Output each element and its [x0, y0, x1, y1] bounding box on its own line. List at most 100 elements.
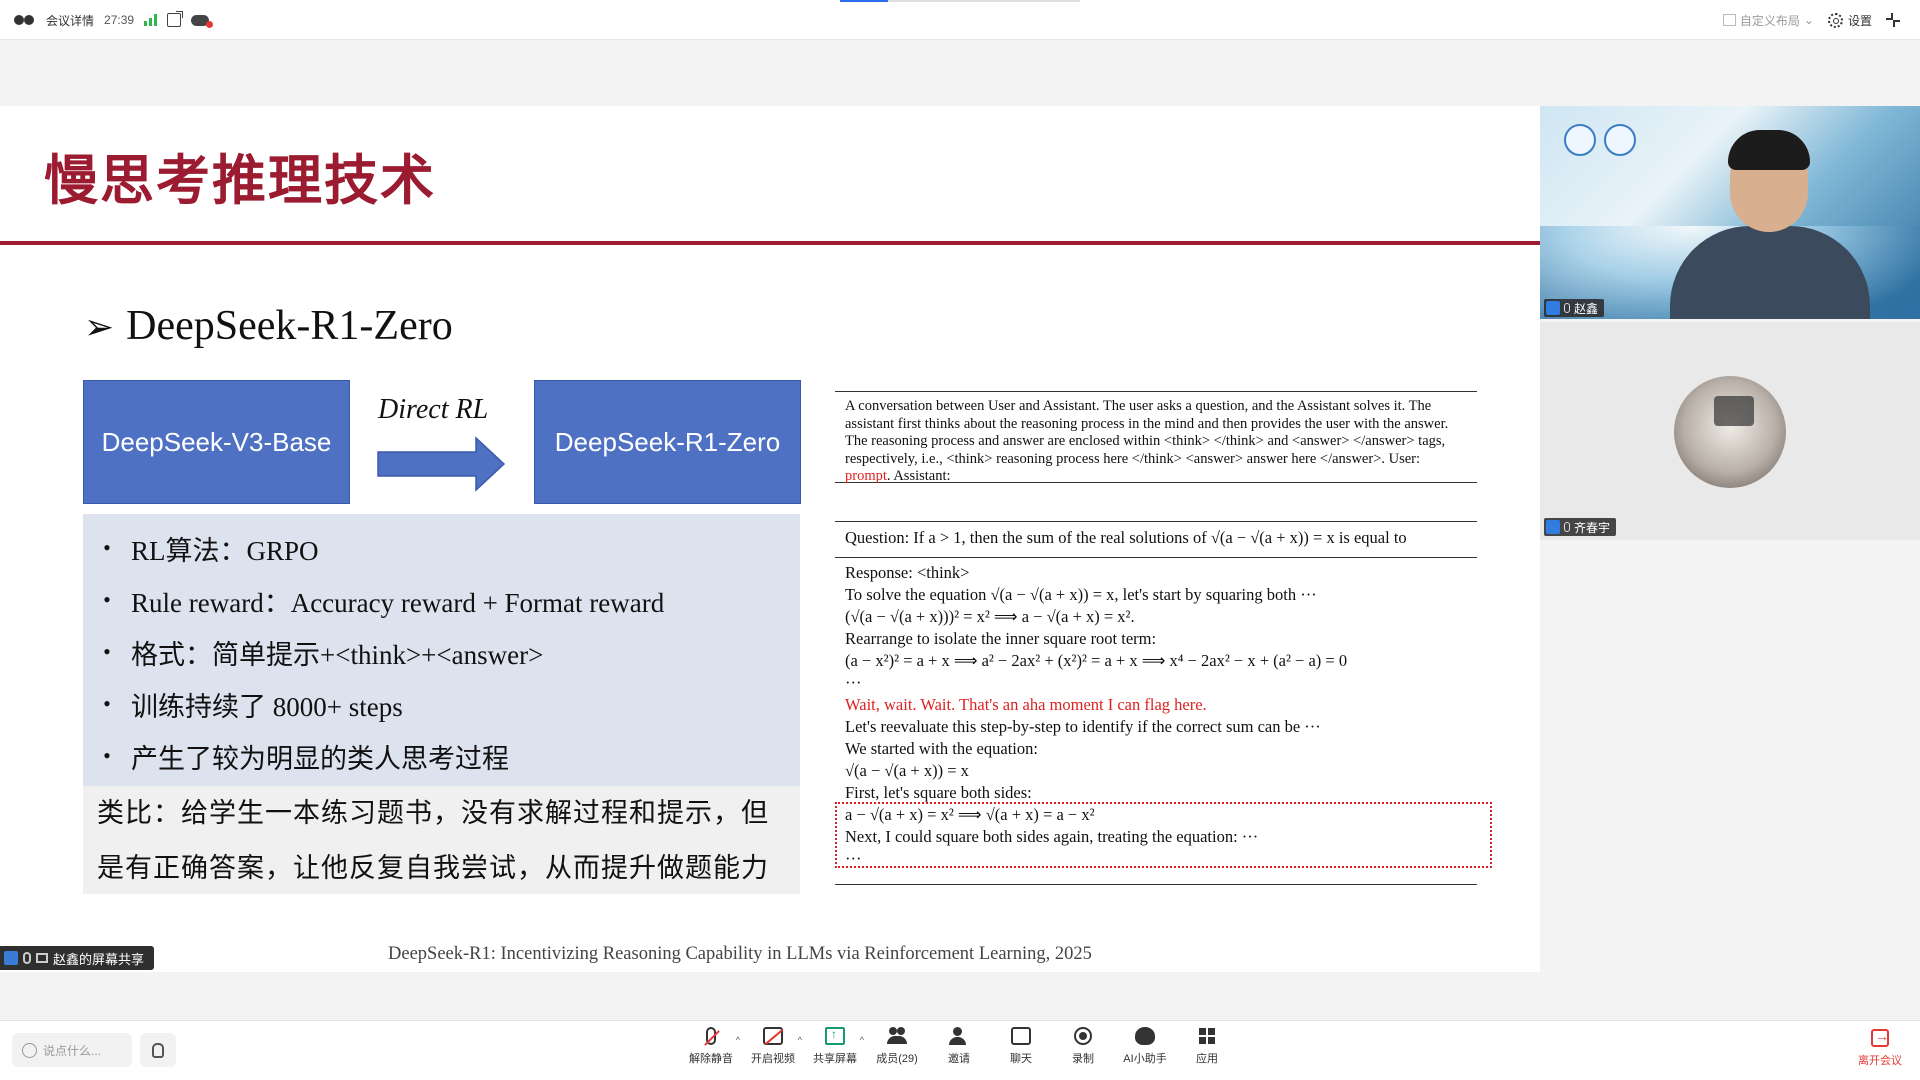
participant-video-tile[interactable]: 齐春宇: [1540, 322, 1920, 540]
response-line: (a − x²)² = a + x ⟹ a² − 2ax² + (x²)² = …: [845, 651, 1348, 670]
chat-placeholder: 说点什么...: [43, 1043, 102, 1058]
mic-muted-icon: [1564, 522, 1570, 532]
layout-button[interactable]: 自定义布局 ⌄: [1722, 12, 1814, 29]
start-video-button[interactable]: 开启视频 ^: [742, 1027, 804, 1075]
mic-muted-icon: [706, 1027, 716, 1045]
gear-icon: [1827, 12, 1843, 28]
chat-button[interactable]: 聊天: [990, 1027, 1052, 1075]
record-button[interactable]: 录制: [1052, 1027, 1114, 1075]
screen-share-label: 赵鑫的屏幕共享: [53, 951, 145, 967]
top-bar-actions: 自定义布局 ⌄ 设置: [1722, 10, 1900, 30]
bullet-item: • RL算法：GRPO: [103, 535, 319, 566]
layout-label: 自定义布局: [1739, 13, 1800, 28]
user-icon: [1546, 301, 1560, 315]
chevron-up-icon[interactable]: ^: [736, 1035, 740, 1045]
camera-off-icon: [763, 1027, 783, 1045]
external-link-icon[interactable]: [167, 11, 184, 27]
cloud-record-icon[interactable]: [191, 14, 214, 28]
network-signal-icon[interactable]: [144, 14, 158, 26]
settings-button[interactable]: 设置: [1827, 12, 1872, 29]
leave-icon: [1871, 1028, 1889, 1047]
institution-logo-icon: [1604, 124, 1636, 156]
base-model-box: DeepSeek-V3-Base: [83, 380, 350, 504]
emoji-icon[interactable]: [22, 1042, 37, 1058]
invite-icon: [949, 1027, 969, 1045]
r1-zero-model-box: DeepSeek-R1-Zero: [534, 380, 801, 504]
meeting-details-link[interactable]: 会议详情: [46, 12, 94, 29]
raise-hand-button[interactable]: [140, 1033, 176, 1067]
share-progress-fill: [840, 0, 888, 2]
chevron-up-icon[interactable]: ^: [860, 1035, 864, 1045]
settings-label: 设置: [1847, 13, 1872, 28]
share-progress-bar: [840, 0, 1080, 2]
members-button[interactable]: 成员(29): [866, 1027, 928, 1075]
bullet-item: • 产生了较为明显的类人思考过程: [103, 743, 509, 774]
response-line: Rearrange to isolate the inner square ro…: [845, 629, 1157, 648]
participant-name-tag: 赵鑫: [1544, 299, 1605, 317]
share-screen-button[interactable]: 共享屏幕^: [804, 1027, 866, 1075]
mic-icon: [1564, 303, 1570, 313]
quick-chat-input[interactable]: 说点什么...: [12, 1033, 132, 1067]
layout-icon: [1722, 14, 1736, 26]
leave-meeting-button[interactable]: 离开会议: [1858, 1028, 1902, 1068]
mic-icon: [23, 952, 31, 964]
response-line: We started with the equation:: [845, 739, 1038, 758]
app-logo-icon: [14, 13, 36, 27]
title-divider: [0, 241, 1540, 245]
arrow-bullet-icon: ➢: [84, 307, 115, 347]
bottom-toolbar: 说点什么... 解除静音^ 开启视频^ 共享屏幕^ 成员(29) 邀请 聊天 录…: [0, 1020, 1920, 1080]
response-line: To solve the equation √(a − √(a + x)) = …: [845, 585, 1317, 604]
prompt-placeholder: prompt: [845, 468, 887, 484]
analogy-line-2: 是有正确答案，让他反复自我尝试，从而提升做题能力: [97, 853, 769, 884]
avatar: [1674, 376, 1786, 488]
question-line: Question: If a > 1, then the sum of the …: [835, 522, 1477, 558]
record-icon: [1074, 1027, 1092, 1045]
response-line: First, let's square both sides:: [845, 783, 1032, 802]
ai-assistant-button[interactable]: AI小助手: [1114, 1027, 1176, 1075]
subtitle-text: DeepSeek-R1-Zero: [126, 303, 453, 349]
slide-title: 慢思考推理技术: [44, 148, 436, 212]
speaker-video: [1670, 126, 1870, 319]
response-line: √(a − √(a + x)) = x: [845, 761, 969, 780]
members-icon: [887, 1027, 907, 1045]
share-screen-icon: [825, 1027, 845, 1045]
response-line: ···: [845, 673, 862, 692]
exit-fullscreen-icon[interactable]: [1886, 13, 1900, 27]
shared-screen-slide: 慢思考推理技术 ➢ DeepSeek-R1-Zero DeepSeek-V3-Ba…: [0, 106, 1540, 972]
meeting-info: 会议详情 27:39: [14, 10, 214, 30]
apps-button[interactable]: 应用: [1176, 1027, 1238, 1075]
bullet-item: • 格式：简单提示+<think>+<answer>: [103, 639, 544, 670]
chevron-up-icon[interactable]: ^: [798, 1035, 802, 1045]
screen-share-badge[interactable]: 赵鑫的屏幕共享: [0, 946, 155, 970]
chat-icon: [1011, 1027, 1031, 1045]
aha-moment-example: Question: If a > 1, then the sum of the …: [835, 521, 1492, 885]
system-prompt-template: A conversation between User and Assistan…: [835, 391, 1477, 484]
paper-citation: DeepSeek-R1: Incentivizing Reasoning Cap…: [388, 944, 1092, 964]
slide-subtitle: ➢ DeepSeek-R1-Zero: [84, 302, 453, 350]
ai-assistant-icon: [1135, 1027, 1155, 1045]
leave-label: 离开会议: [1858, 1055, 1902, 1067]
bullet-list-panel: • RL算法：GRPO • Rule reward：Accuracy reward …: [83, 514, 800, 786]
logo-badges: [1564, 124, 1636, 156]
meeting-controls: 解除静音^ 开启视频^ 共享屏幕^ 成员(29) 邀请 聊天 录制 AI小助手 …: [680, 1027, 1238, 1075]
unmute-button[interactable]: 解除静音 ^: [680, 1027, 742, 1075]
analogy-line-1: 类比：给学生一本练习题书，没有求解过程和提示，但: [97, 798, 769, 829]
aha-highlight-box: [835, 802, 1492, 868]
bullet-item: • Rule reward：Accuracy reward + Format re…: [103, 587, 665, 618]
reevaluate-line: Let's reevaluate this step-by-step to id…: [845, 717, 1321, 736]
user-icon: [4, 951, 18, 965]
analogy-panel: 类比：给学生一本练习题书，没有求解过程和提示，但 是有正确答案，让他反复自我尝试…: [83, 786, 800, 894]
top-bar: 会议详情 27:39 自定义布局 ⌄ 设置: [0, 0, 1920, 40]
bullet-item: • 训练持续了 8000+ steps: [103, 691, 403, 722]
meeting-timer: 27:39: [104, 13, 135, 27]
institution-logo-icon: [1564, 124, 1596, 156]
response-line: Response: <think>: [845, 563, 970, 582]
screen-share-icon: [36, 953, 48, 963]
direct-rl-label: Direct RL: [378, 394, 489, 425]
participant-video-tile[interactable]: 赵鑫: [1540, 106, 1920, 319]
apps-icon: [1197, 1027, 1217, 1045]
invite-button[interactable]: 邀请: [928, 1027, 990, 1075]
hand-icon: [152, 1042, 164, 1058]
response-line: (√(a − √(a + x)))² = x² ⟹ a − √(a + x) =…: [845, 607, 1135, 626]
user-icon: [1546, 520, 1560, 534]
